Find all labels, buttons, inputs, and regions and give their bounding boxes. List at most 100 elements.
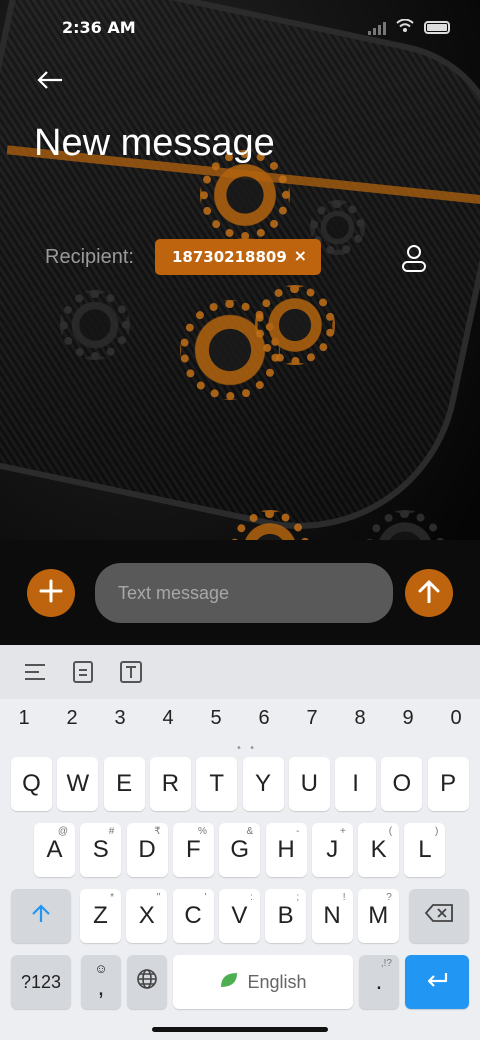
plus-icon xyxy=(39,579,63,607)
key-label: X xyxy=(138,902,155,929)
symbols-key[interactable]: ?123 xyxy=(11,955,71,1009)
backspace-icon xyxy=(424,902,454,930)
key-label: C xyxy=(184,902,202,929)
letter-key[interactable]: % F xyxy=(172,823,214,877)
key-label: H xyxy=(277,836,295,863)
number-key[interactable]: 1 xyxy=(0,707,48,737)
space-key[interactable]: English xyxy=(173,955,353,1009)
page-indicator: • • xyxy=(236,743,257,754)
send-button[interactable] xyxy=(405,569,453,617)
key-hint: : xyxy=(250,892,253,903)
number-key[interactable]: 5 xyxy=(192,707,240,737)
key-hint: % xyxy=(197,826,207,837)
space-key-label: English xyxy=(247,971,307,992)
arrow-left-icon xyxy=(37,70,63,94)
period-label: . xyxy=(375,968,383,995)
key-hint: ; xyxy=(296,892,300,903)
letter-key[interactable]: ! N xyxy=(311,889,353,943)
number-row: 1234567890 xyxy=(0,707,480,737)
enter-icon xyxy=(425,968,449,996)
wifi-icon xyxy=(396,18,414,37)
key-label: U xyxy=(300,770,318,797)
letter-key[interactable]: :V xyxy=(218,889,260,943)
select-contact-button[interactable] xyxy=(396,238,432,278)
letter-key[interactable]: W xyxy=(57,757,99,811)
status-bar: 2:36 AM xyxy=(0,0,480,56)
number-key[interactable]: 6 xyxy=(240,707,288,737)
keyboard-toolbar xyxy=(0,645,480,699)
key-label: N xyxy=(323,902,341,929)
status-time: 2:36 AM xyxy=(62,18,136,37)
letter-key[interactable]: @ A xyxy=(34,823,75,877)
key-hint: ) xyxy=(435,826,439,837)
key-label: O xyxy=(392,770,412,797)
recipient-number: 18730218809 xyxy=(172,248,287,266)
backspace-key[interactable] xyxy=(409,889,469,943)
key-label: W xyxy=(66,770,90,797)
attach-button[interactable] xyxy=(27,569,75,617)
letter-key[interactable]: Y xyxy=(242,757,284,811)
letter-key[interactable]: # S xyxy=(80,823,122,877)
comma-label: , xyxy=(97,974,105,1001)
letter-key[interactable]: ₹ D xyxy=(126,823,168,877)
leaf-icon xyxy=(219,968,239,996)
letter-key[interactable]: " X xyxy=(126,889,168,943)
letter-key[interactable]: & G xyxy=(219,823,261,877)
number-key[interactable]: 3 xyxy=(96,707,144,737)
key-label: T xyxy=(209,770,225,797)
key-hint: " xyxy=(156,892,161,903)
key-label: M xyxy=(368,902,389,929)
letter-key[interactable]: T xyxy=(196,757,238,811)
home-indicator[interactable] xyxy=(152,1027,328,1032)
number-key[interactable]: 0 xyxy=(432,707,480,737)
number-key[interactable]: 8 xyxy=(336,707,384,737)
letter-key[interactable]: * Z xyxy=(80,889,121,943)
language-key[interactable] xyxy=(127,955,167,1009)
key-label: K xyxy=(370,836,387,863)
key-hint: ( xyxy=(388,826,393,837)
key-label: S xyxy=(92,836,109,863)
letter-key[interactable]: -H xyxy=(265,823,307,877)
text-icon[interactable] xyxy=(118,659,144,685)
key-hint: @ xyxy=(57,826,68,837)
key-hint: & xyxy=(246,826,254,837)
letter-key[interactable]: O xyxy=(381,757,423,811)
letter-key[interactable]: Q xyxy=(11,757,52,811)
keyboard: 1234567890 • • ?123 ☺ , English ,!? . Q … xyxy=(0,645,480,1040)
key-label: V xyxy=(231,902,248,929)
letter-key[interactable]: (K xyxy=(358,823,400,877)
number-key[interactable]: 9 xyxy=(384,707,432,737)
key-label: B xyxy=(277,902,294,929)
remove-recipient-icon[interactable]: × xyxy=(294,246,307,265)
letter-key[interactable]: ' C xyxy=(172,889,214,943)
key-label: E xyxy=(116,770,133,797)
letter-key[interactable]: ) L xyxy=(404,823,446,877)
number-key[interactable]: 2 xyxy=(48,707,96,737)
recipient-chip[interactable]: 18730218809 × xyxy=(155,239,321,275)
clipboard-icon[interactable] xyxy=(70,659,96,685)
letter-key[interactable]: U xyxy=(288,757,330,811)
period-key[interactable]: ,!? . xyxy=(359,955,399,1009)
key-label: L xyxy=(418,836,432,863)
letter-key[interactable]: R xyxy=(149,757,191,811)
align-icon[interactable] xyxy=(22,659,48,685)
letter-key[interactable]: I xyxy=(335,757,377,811)
enter-key[interactable] xyxy=(405,955,469,1009)
period-hint: ,!? xyxy=(380,958,392,969)
back-button[interactable] xyxy=(30,62,70,102)
key-hint: - xyxy=(296,826,300,837)
message-input[interactable] xyxy=(95,563,393,623)
gear-decoration xyxy=(60,290,130,360)
emoji-comma-key[interactable]: ☺ , xyxy=(81,955,121,1009)
letter-key[interactable]: P xyxy=(427,757,469,811)
letter-key[interactable]: E xyxy=(103,757,145,811)
number-key[interactable]: 7 xyxy=(288,707,336,737)
letter-key[interactable]: ? M xyxy=(357,889,399,943)
shift-icon xyxy=(30,902,52,930)
shift-key[interactable] xyxy=(11,889,71,943)
letter-key[interactable]: + J xyxy=(311,823,353,877)
key-hint: ? xyxy=(386,892,392,903)
letter-key[interactable]: ; B xyxy=(265,889,307,943)
number-key[interactable]: 4 xyxy=(144,707,192,737)
person-icon xyxy=(396,245,432,282)
